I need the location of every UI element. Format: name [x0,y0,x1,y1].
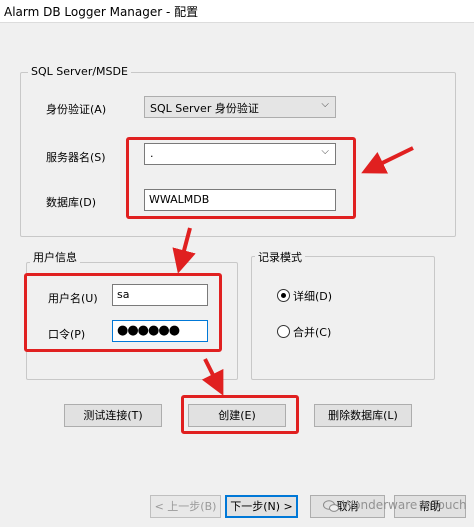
wechat-logo-icon [323,500,339,512]
arrow-to-credentials-box [172,227,196,274]
arrow-to-create-button [201,358,224,396]
arrow-to-server-box [361,146,414,174]
watermark-text: Wonderware InTouch [342,498,467,512]
annotation-arrows [172,146,414,396]
